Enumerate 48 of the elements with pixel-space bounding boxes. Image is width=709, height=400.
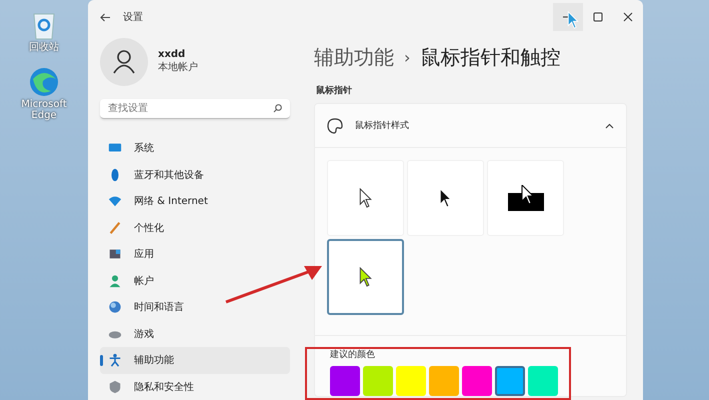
palette-icon <box>327 118 343 134</box>
nav-icon <box>108 220 122 235</box>
nav-icon <box>108 380 122 394</box>
sidebar-item[interactable]: 游戏 <box>100 320 290 347</box>
window-title: 设置 <box>123 10 143 24</box>
search-icon[interactable] <box>273 104 282 114</box>
search-box[interactable]: 查找设置 <box>100 99 290 119</box>
section-title: 鼠标指针 <box>316 84 353 97</box>
sidebar-item[interactable]: 蓝牙和其他设备 <box>100 162 290 188</box>
mouse-pointer-icon <box>567 11 579 29</box>
sidebar-item[interactable]: 辅助功能 <box>100 347 290 374</box>
sidebar-item[interactable]: 个性化 <box>100 214 290 241</box>
back-arrow-icon[interactable] <box>100 12 111 22</box>
sidebar-item[interactable]: 网络 & Internet <box>100 188 290 214</box>
account-type: 本地帐户 <box>158 60 198 74</box>
pointer-style-expander[interactable]: 鼠标指针样式 <box>315 104 626 148</box>
sidebar-item[interactable]: 应用 <box>100 241 290 268</box>
sidebar-item[interactable]: 隐私和安全性 <box>100 374 290 400</box>
browser-icon <box>29 67 59 97</box>
nav-icon <box>108 353 122 368</box>
nav-icon <box>108 194 122 208</box>
maximize-icon[interactable] <box>593 12 603 22</box>
breadcrumb-separator: › <box>404 48 410 66</box>
color-swatch[interactable] <box>363 366 393 396</box>
nav-icon <box>108 300 122 314</box>
color-swatch[interactable] <box>495 366 525 396</box>
outlined-pointer-icon <box>359 188 372 208</box>
avatar <box>100 38 148 86</box>
nav-icon <box>108 247 122 262</box>
account-name: xxdd <box>158 49 186 60</box>
breadcrumb-link[interactable]: 辅助功能 <box>314 44 394 70</box>
nav-icon <box>108 274 122 288</box>
sidebar-item[interactable]: 时间和语言 <box>100 294 290 320</box>
search-field[interactable]: 查找设置 <box>108 103 273 114</box>
inverted-pointer-icon <box>508 185 544 211</box>
color-swatch[interactable] <box>462 366 492 396</box>
color-swatch[interactable] <box>528 366 558 396</box>
sidebar-item[interactable]: 系统 <box>100 135 290 162</box>
pointer-icon <box>359 267 372 287</box>
color-swatch[interactable] <box>330 366 360 396</box>
solid-pointer-icon <box>439 188 452 208</box>
page-title: 鼠标指针和触控 <box>420 44 560 70</box>
close-icon[interactable] <box>623 12 633 22</box>
chevron-icon <box>605 122 614 128</box>
color-swatch[interactable] <box>396 366 426 396</box>
sidebar-item[interactable]: 帐户 <box>100 268 290 294</box>
color-swatch[interactable] <box>429 366 459 396</box>
suggested-colors-label: 建议的颜色 <box>330 348 376 361</box>
